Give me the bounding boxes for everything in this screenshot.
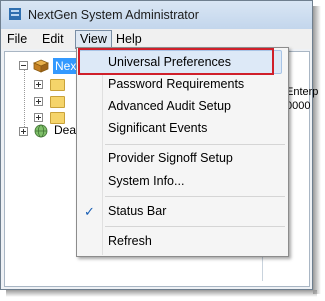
cube-icon <box>33 59 49 73</box>
menu-item-status-bar[interactable]: Status Bar <box>108 201 166 221</box>
menu-icon-gutter <box>102 49 103 255</box>
menu-help[interactable]: Help <box>116 31 142 47</box>
app-icon <box>9 8 21 20</box>
tree-connector <box>24 67 25 131</box>
window-shadow-bottom <box>6 290 317 297</box>
menu-item-advanced-audit-setup[interactable]: Advanced Audit Setup <box>108 96 231 116</box>
menu-item-significant-events[interactable]: Significant Events <box>108 118 207 138</box>
window-shadow-right <box>313 6 321 294</box>
menu-separator <box>105 196 285 197</box>
menu-bar: File Edit View Help <box>1 29 312 49</box>
expand-icon[interactable] <box>34 113 43 122</box>
checkmark-icon: ✓ <box>84 204 95 219</box>
window-title: NextGen System Administrator <box>28 8 199 22</box>
tree-node-label[interactable]: Dea <box>54 123 76 137</box>
menu-item-provider-signoff-setup[interactable]: Provider Signoff Setup <box>108 148 233 168</box>
menu-separator <box>105 226 285 227</box>
annotation-highlight-box <box>78 48 274 75</box>
column-header-fragment: Enterp <box>286 86 319 98</box>
tree-root-label[interactable]: Nex <box>53 58 79 74</box>
menu-file[interactable]: File <box>7 31 27 47</box>
title-bar[interactable]: NextGen System Administrator <box>1 1 312 29</box>
menu-separator <box>105 144 285 145</box>
globe-icon <box>34 124 48 138</box>
view-menu-dropdown: Universal Preferences Password Requireme… <box>76 47 289 257</box>
cell-value-fragment: 0000 <box>286 100 311 112</box>
expand-icon[interactable] <box>34 80 43 89</box>
menu-item-system-info[interactable]: System Info... <box>108 171 184 191</box>
menu-edit[interactable]: Edit <box>42 31 64 47</box>
folder-icon <box>50 79 65 91</box>
expand-icon[interactable] <box>34 97 43 106</box>
menu-item-password-requirements[interactable]: Password Requirements <box>108 74 244 94</box>
folder-icon <box>50 96 65 108</box>
expand-icon[interactable] <box>19 127 28 136</box>
collapse-icon[interactable] <box>19 61 28 70</box>
menu-item-refresh[interactable]: Refresh <box>108 231 152 251</box>
